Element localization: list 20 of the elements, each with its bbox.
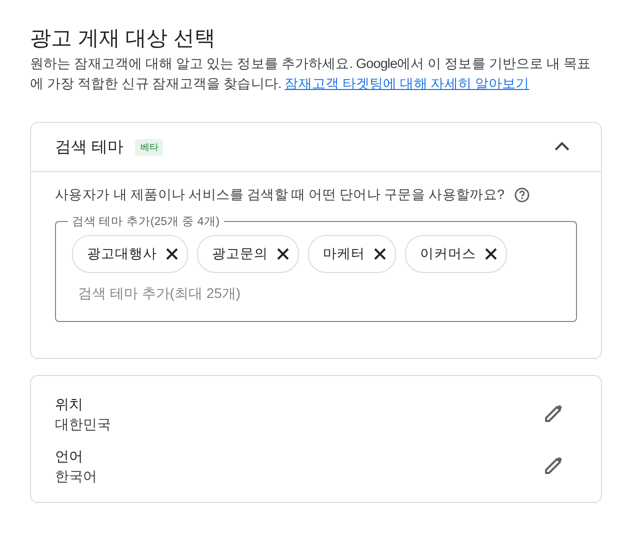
question-text: 사용자가 내 제품이나 서비스를 검색할 때 어떤 단어나 구문을 사용할까요? xyxy=(55,186,504,204)
help-icon[interactable] xyxy=(514,187,530,203)
learn-more-link[interactable]: 잠재고객 타겟팅에 대해 자세히 알아보기 xyxy=(284,76,530,91)
beta-badge: 베타 xyxy=(135,138,164,156)
section-title: 검색 테마 xyxy=(55,138,124,158)
field-label: 검색 테마 추가(25개 중 4개) xyxy=(71,215,221,229)
chip-label: 광고대행사 xyxy=(87,245,157,263)
setting-label: 언어 xyxy=(55,447,84,466)
page-title: 광고 게재 대상 선택 xyxy=(30,26,217,52)
setting-value: 대한민국 xyxy=(55,415,111,434)
remove-icon[interactable] xyxy=(373,247,387,261)
setting-value: 한국어 xyxy=(55,467,97,486)
setting-label: 위치 xyxy=(55,395,84,414)
chip-label: 광고문의 xyxy=(212,245,268,263)
remove-icon[interactable] xyxy=(484,247,498,261)
chip-label: 마케터 xyxy=(323,245,365,263)
remove-icon[interactable] xyxy=(165,247,179,261)
remove-icon[interactable] xyxy=(276,247,290,261)
description: 원하는 잠재고객에 대해 알고 있는 정보를 추가하세요. Google에서 이 정보를 기반으로 내 목표에 가장 적합한 신규 잠재고객을 찾습니다. 잠재고객 타겟팅에 대해 자세히 알아보기 xyxy=(30,55,592,93)
chip-label: 이커머스 xyxy=(420,245,476,263)
